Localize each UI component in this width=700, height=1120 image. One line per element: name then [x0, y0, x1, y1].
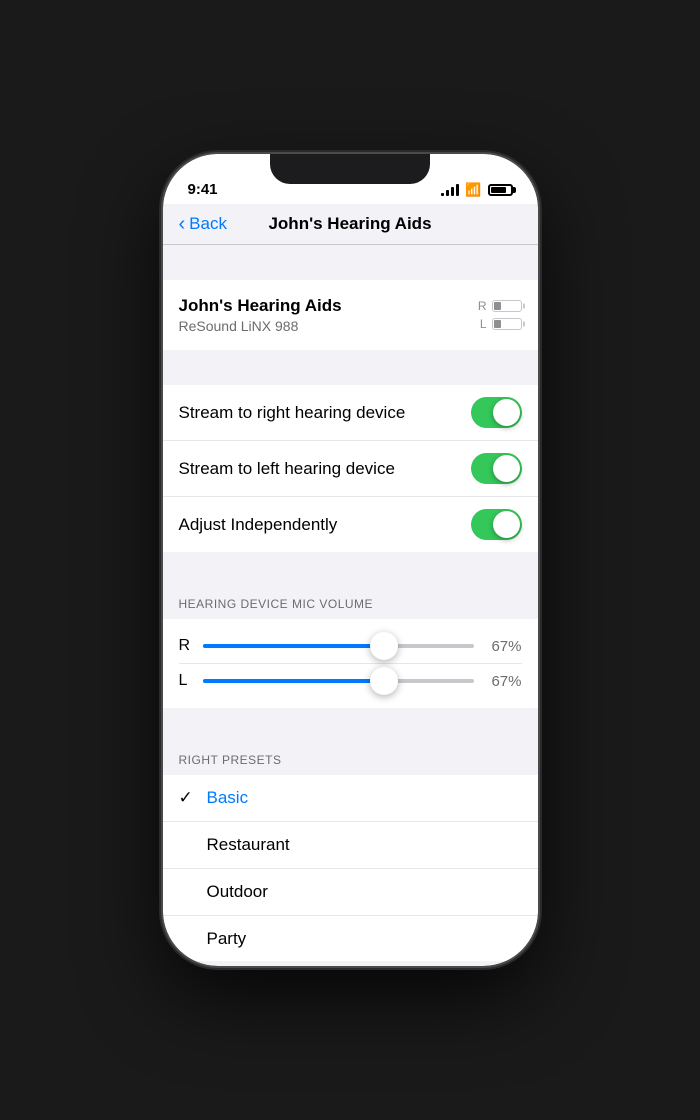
nav-title: John's Hearing Aids [268, 214, 431, 234]
toggle-knob-1 [493, 455, 520, 482]
slider-r-label: R [179, 637, 191, 655]
back-button[interactable]: ‹ Back [179, 214, 227, 234]
toggle-knob-0 [493, 399, 520, 426]
phone-screen: 9:41 📶 ‹ Ba [163, 154, 538, 966]
slider-r-track[interactable] [203, 644, 474, 648]
slider-r-fill [203, 644, 385, 648]
battery-row-l: L [480, 317, 522, 331]
wifi-icon: 📶 [465, 182, 481, 198]
slider-l-track[interactable] [203, 679, 474, 683]
sliders-section-title: HEARING DEVICE MIC VOLUME [179, 597, 374, 611]
status-time: 9:41 [188, 181, 218, 198]
signal-icon [441, 184, 459, 196]
status-icons: 📶 [441, 182, 512, 198]
device-info: John's Hearing Aids ReSound LiNX 988 [179, 296, 342, 334]
toggle-switch-2[interactable] [471, 509, 522, 540]
gap-before-presets [163, 708, 538, 743]
nav-bar: ‹ Back John's Hearing Aids [163, 204, 538, 245]
preset-item-0[interactable]: ✓ Basic [163, 775, 538, 822]
sliders-section: R 67% L [163, 619, 538, 708]
device-name: John's Hearing Aids [179, 296, 342, 316]
presets-list: ✓ Basic ✓ Restaurant ✓ Outdoor ✓ Party [163, 775, 538, 961]
slider-r-value: 67% [486, 638, 522, 655]
preset-name-3: Party [207, 929, 247, 949]
battery-l-label: L [480, 317, 487, 331]
back-chevron-icon: ‹ [179, 214, 186, 234]
toggle-row-1: Stream to left hearing device [163, 441, 538, 497]
toggle-knob-2 [493, 511, 520, 538]
presets-section-header: RIGHT PRESETS [163, 743, 538, 775]
toggle-label-1: Stream to left hearing device [179, 459, 395, 479]
preset-item-1[interactable]: ✓ Restaurant [163, 822, 538, 869]
device-model: ReSound LiNX 988 [179, 318, 342, 334]
phone-body: 9:41 📶 ‹ Ba [163, 154, 538, 966]
slider-l-label: L [179, 672, 191, 690]
toggle-switch-0[interactable] [471, 397, 522, 428]
toggle-label-2: Adjust Independently [179, 515, 338, 535]
slider-r-thumb[interactable] [370, 632, 398, 660]
content-area: John's Hearing Aids ReSound LiNX 988 R L [163, 245, 538, 961]
preset-item-2[interactable]: ✓ Outdoor [163, 869, 538, 916]
toggle-label-0: Stream to right hearing device [179, 403, 406, 423]
device-header: John's Hearing Aids ReSound LiNX 988 R L [163, 280, 538, 350]
preset-item-3[interactable]: ✓ Party [163, 916, 538, 961]
toggle-row-0: Stream to right hearing device [163, 385, 538, 441]
notch [270, 154, 430, 184]
slider-l-value: 67% [486, 673, 522, 690]
toggle-switch-1[interactable] [471, 453, 522, 484]
toggle-row-2: Adjust Independently [163, 497, 538, 552]
toggles-section: Stream to right hearing device Stream to… [163, 385, 538, 552]
presets-section-title: RIGHT PRESETS [179, 753, 282, 767]
preset-check-icon-0: ✓ [179, 788, 199, 808]
preset-name-2: Outdoor [207, 882, 268, 902]
gap-after-device [163, 350, 538, 385]
preset-name-1: Restaurant [207, 835, 290, 855]
phone-frame: 9:41 📶 ‹ Ba [0, 0, 700, 1120]
slider-row-l: L 67% [179, 663, 522, 698]
battery-bar-r [492, 300, 522, 312]
preset-name-0: Basic [207, 788, 249, 808]
gap-before-sliders [163, 552, 538, 587]
battery-r-label: R [478, 299, 487, 313]
gap-top [163, 245, 538, 280]
battery-row-r: R [478, 299, 522, 313]
slider-l-fill [203, 679, 385, 683]
back-label: Back [189, 214, 227, 234]
slider-l-thumb[interactable] [370, 667, 398, 695]
slider-row-r: R 67% [179, 629, 522, 663]
battery-indicators: R L [478, 299, 522, 331]
battery-bar-l [492, 318, 522, 330]
sliders-section-header: HEARING DEVICE MIC VOLUME [163, 587, 538, 619]
battery-icon [488, 184, 513, 196]
